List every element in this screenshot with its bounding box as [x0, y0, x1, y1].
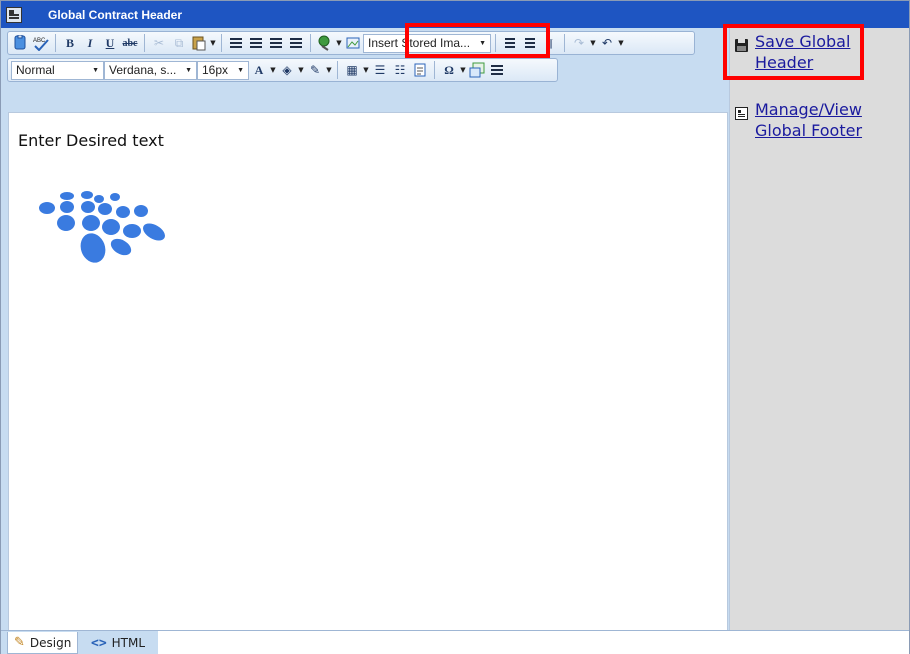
italic-icon[interactable]: I	[80, 33, 100, 53]
toolbar-separator	[337, 61, 338, 79]
outdent-icon[interactable]	[520, 33, 540, 53]
undo-icon[interactable]: ↶	[597, 33, 617, 53]
toolbar-separator	[564, 34, 565, 52]
align-center-icon[interactable]	[246, 33, 266, 53]
save-global-header-label: Save Global Header	[755, 32, 851, 72]
hyperlink-icon[interactable]	[315, 33, 335, 53]
strikethrough-icon[interactable]: abc	[120, 33, 140, 53]
toolbar-separator	[434, 61, 435, 79]
chevron-down-icon: ▼	[92, 66, 99, 74]
font-size-dropdown[interactable]: 16px ▼	[197, 60, 249, 80]
floppy-disk-icon	[735, 39, 748, 52]
save-global-header-link[interactable]: Save Global Header	[735, 31, 895, 73]
spellcheck-icon[interactable]: ABC	[31, 33, 51, 53]
tab-html[interactable]: <> HTML	[85, 632, 151, 654]
image-manager-icon[interactable]	[343, 33, 363, 53]
table-icon[interactable]: ▦	[342, 60, 362, 80]
toolbar-separator	[144, 34, 145, 52]
paste-plain-icon[interactable]	[11, 33, 31, 53]
mode-tab-bar: ✎ Design <> HTML	[1, 630, 909, 654]
format-painter-icon[interactable]: ✎	[305, 60, 325, 80]
chevron-down-icon: ▼	[479, 39, 486, 47]
copy-icon[interactable]: ⧉	[169, 33, 189, 53]
horizontal-rule-icon[interactable]	[487, 60, 507, 80]
toolbar-separator	[495, 34, 496, 52]
code-icon: <>	[91, 635, 107, 651]
indent-icon[interactable]	[500, 33, 520, 53]
highlight-color-icon[interactable]: ◈	[277, 60, 297, 80]
font-color-dropdown-icon[interactable]: ▼	[269, 66, 277, 74]
toolbar-separator	[310, 34, 311, 52]
insert-stored-image-label: Insert Stored Ima...	[368, 36, 471, 50]
numbered-list-icon[interactable]: ☷	[390, 60, 410, 80]
window-title: Global Contract Header	[48, 7, 183, 22]
font-size-value: 16px	[202, 63, 229, 77]
underline-icon[interactable]: U	[100, 33, 120, 53]
align-right-icon[interactable]	[266, 33, 286, 53]
redo-dropdown-icon[interactable]: ▼	[589, 39, 597, 47]
title-bar: Global Contract Header	[1, 1, 909, 28]
tab-design[interactable]: ✎ Design	[7, 632, 79, 654]
manage-global-footer-link[interactable]: Manage/View Global Footer	[735, 99, 895, 141]
font-name-value: Verdana, s...	[109, 63, 177, 77]
insert-stored-image-dropdown[interactable]: Insert Stored Ima... ▼	[363, 33, 491, 53]
toolbar-separator	[55, 34, 56, 52]
font-color-icon[interactable]: A	[249, 60, 269, 80]
insert-image-icon[interactable]	[467, 60, 487, 80]
paragraph-format-value: Normal	[16, 63, 55, 77]
paste-dropdown-icon[interactable]: ▼	[209, 39, 217, 47]
bullet-list-icon[interactable]: ☰	[370, 60, 390, 80]
toolbar-row-1: ABC B I U abc ✂ ⧉ ▼ ▼ Insert Stored Ima.…	[7, 31, 695, 55]
toolbar-separator	[221, 34, 222, 52]
toolbar-row-2: Normal ▼ Verdana, s... ▼ 16px ▼ A ▼ ◈ ▼ …	[7, 58, 558, 82]
hyperlink-dropdown-icon[interactable]: ▼	[335, 39, 343, 47]
spell-doc-icon[interactable]	[410, 60, 430, 80]
chevron-down-icon: ▼	[237, 66, 244, 74]
format-painter-dropdown-icon[interactable]: ▼	[325, 66, 333, 74]
pencil-icon: ✎	[14, 635, 25, 650]
content-editor[interactable]: Enter Desired text	[8, 112, 728, 654]
paragraph-format-dropdown[interactable]: Normal ▼	[11, 60, 104, 80]
bold-icon[interactable]: B	[60, 33, 80, 53]
highlight-dropdown-icon[interactable]: ▼	[297, 66, 305, 74]
window-icon	[6, 6, 22, 23]
company-logo	[39, 191, 165, 263]
content-text: Enter Desired text	[18, 131, 164, 150]
editor-window: Global Contract Header ABC B I U abc ✂ ⧉…	[0, 0, 910, 654]
manage-global-footer-label: Manage/View Global Footer	[755, 100, 863, 140]
justify-icon[interactable]	[286, 33, 306, 53]
document-icon	[735, 107, 748, 120]
align-left-icon[interactable]	[226, 33, 246, 53]
cut-icon[interactable]: ✂	[149, 33, 169, 53]
redo-icon[interactable]: ↷	[569, 33, 589, 53]
paste-icon[interactable]	[189, 33, 209, 53]
font-name-dropdown[interactable]: Verdana, s... ▼	[104, 60, 197, 80]
special-char-icon[interactable]: Ω	[439, 60, 459, 80]
special-char-dropdown-icon[interactable]: ▼	[459, 66, 467, 74]
paragraph-icon[interactable]: ¶	[540, 33, 560, 53]
tab-design-label: Design	[29, 635, 72, 650]
tab-html-label: HTML	[111, 636, 146, 650]
table-dropdown-icon[interactable]: ▼	[362, 66, 370, 74]
chevron-down-icon: ▼	[185, 66, 192, 74]
actions-sidebar: Save Global Header Manage/View Global Fo…	[729, 28, 909, 630]
editor-area: ABC B I U abc ✂ ⧉ ▼ ▼ Insert Stored Ima.…	[1, 28, 729, 654]
undo-dropdown-icon[interactable]: ▼	[617, 39, 625, 47]
